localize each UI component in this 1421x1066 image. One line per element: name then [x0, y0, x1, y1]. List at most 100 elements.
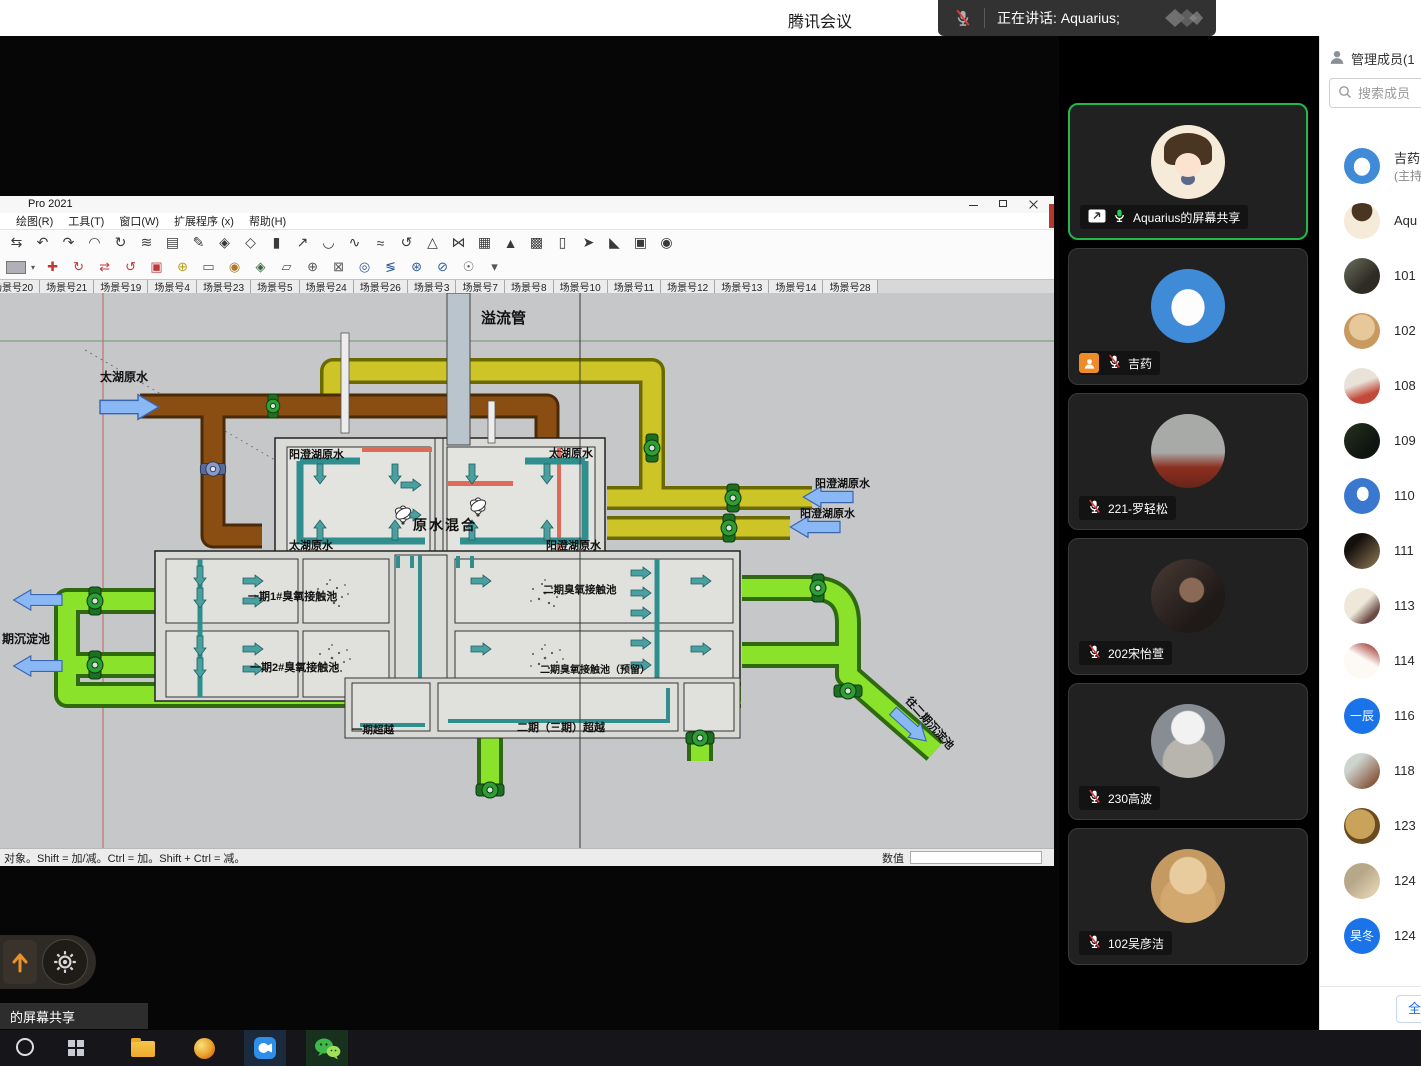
scene-tab[interactable]: 场景号4: [148, 280, 197, 293]
file-explorer-icon[interactable]: [131, 1041, 155, 1057]
model-3d-view[interactable]: 溢流管 太湖原水 阳澄湖原水 太湖原水 原水混合 太湖原水 阳澄湖原水 阳澄湖原…: [0, 293, 1054, 848]
menu-item[interactable]: 工具(T): [68, 213, 104, 229]
list-item[interactable]: 一辰 116: [1320, 688, 1421, 743]
list-item[interactable]: 124: [1320, 853, 1421, 908]
scene-tab[interactable]: 场景号11: [608, 280, 661, 293]
tool-icon[interactable]: ⊠: [330, 259, 347, 275]
list-item[interactable]: 114: [1320, 633, 1421, 688]
tool-icon[interactable]: ↷: [60, 234, 77, 251]
tool-icon[interactable]: ↺: [398, 234, 415, 251]
scene-tab[interactable]: 场景号5: [251, 280, 300, 293]
tool-icon[interactable]: △: [424, 234, 441, 251]
scene-tab[interactable]: 场景号26: [354, 280, 408, 293]
list-item[interactable]: 123: [1320, 798, 1421, 853]
share-arrow-button[interactable]: [3, 940, 37, 984]
tool-icon[interactable]: ≋: [138, 234, 155, 251]
list-item[interactable]: 110: [1320, 468, 1421, 523]
sketchup-titlebar[interactable]: Pro 2021: [0, 196, 1054, 213]
scene-tab[interactable]: 场景号13: [715, 280, 769, 293]
list-item[interactable]: 昊冬 124: [1320, 908, 1421, 963]
menu-item[interactable]: 扩展程序 (x): [174, 213, 234, 229]
scene-tab[interactable]: 场景号19: [94, 280, 148, 293]
gear-icon[interactable]: [42, 939, 88, 985]
tool-icon[interactable]: ◡: [320, 234, 337, 251]
menu-item[interactable]: 窗口(W): [119, 213, 159, 229]
material-swatch[interactable]: [6, 261, 26, 274]
scene-tab[interactable]: 场景号10: [554, 280, 608, 293]
tool-icon[interactable]: ▩: [528, 234, 545, 251]
list-item[interactable]: 118: [1320, 743, 1421, 798]
scene-tab[interactable]: 场景号24: [300, 280, 354, 293]
tencent-meeting-taskbar-icon[interactable]: [244, 1030, 286, 1066]
list-item[interactable]: 101: [1320, 248, 1421, 303]
tool-icon[interactable]: ◈: [252, 259, 269, 275]
tool-icon[interactable]: ◉: [226, 259, 243, 275]
tool-icon[interactable]: ⊕: [174, 259, 191, 275]
minimize-button[interactable]: [964, 197, 982, 211]
tool-icon[interactable]: ▣: [148, 259, 165, 275]
menu-item[interactable]: 帮助(H): [249, 213, 286, 229]
search-box[interactable]: [1329, 78, 1421, 108]
search-circle-icon[interactable]: [16, 1038, 34, 1056]
tool-icon[interactable]: ≈: [372, 235, 389, 251]
tool-icon[interactable]: ⇄: [96, 259, 113, 275]
tool-icon[interactable]: ↶: [34, 234, 51, 251]
list-item[interactable]: Aqu: [1320, 193, 1421, 248]
tool-icon[interactable]: ✎: [190, 234, 207, 251]
tool-icon[interactable]: ∿: [346, 234, 363, 251]
video-tile[interactable]: 221-罗轻松: [1068, 393, 1308, 530]
video-tile[interactable]: Aquarius的屏幕共享: [1068, 103, 1308, 240]
list-item[interactable]: 吉药 (主持: [1320, 138, 1421, 193]
mute-all-button[interactable]: 全体: [1396, 995, 1421, 1023]
tool-icon[interactable]: ≶: [382, 259, 399, 275]
scene-tab[interactable]: 场景号20: [0, 280, 40, 293]
tool-icon[interactable]: ◇: [242, 234, 259, 251]
tool-icon[interactable]: ▲: [502, 235, 519, 251]
scene-tab[interactable]: 场景号8: [505, 280, 554, 293]
measurement-input[interactable]: [910, 851, 1042, 864]
tool-icon[interactable]: ▣: [632, 234, 649, 251]
tool-icon[interactable]: ▮: [268, 234, 285, 251]
task-view-icon[interactable]: [68, 1040, 84, 1056]
tool-icon[interactable]: ↻: [112, 234, 129, 251]
scene-tab[interactable]: 场景号23: [197, 280, 251, 293]
tool-icon[interactable]: ⊛: [408, 259, 425, 275]
tool-icon[interactable]: ↺: [122, 259, 139, 275]
menu-item[interactable]: 绘图(R): [16, 213, 53, 229]
tool-icon[interactable]: ▦: [476, 234, 493, 251]
browser-icon[interactable]: [194, 1038, 215, 1059]
tool-icon[interactable]: ⋈: [450, 234, 467, 251]
scene-tab[interactable]: 场景号3: [408, 280, 457, 293]
maximize-button[interactable]: [994, 197, 1012, 211]
tool-icon[interactable]: ▭: [200, 259, 217, 275]
scene-tab[interactable]: 场景号14: [769, 280, 823, 293]
tool-icon[interactable]: ↗: [294, 234, 311, 251]
list-item[interactable]: 111: [1320, 523, 1421, 578]
scene-tab[interactable]: 场景号21: [40, 280, 94, 293]
wechat-taskbar-icon[interactable]: [306, 1030, 348, 1066]
tool-icon[interactable]: ◣: [606, 234, 623, 251]
list-item[interactable]: 109: [1320, 413, 1421, 468]
tool-icon[interactable]: ➤: [580, 234, 597, 251]
search-input[interactable]: [1358, 86, 1421, 101]
tool-icon[interactable]: ◎: [356, 259, 373, 275]
tool-icon[interactable]: ⊘: [434, 259, 451, 275]
close-button[interactable]: [1024, 197, 1042, 211]
list-item[interactable]: 102: [1320, 303, 1421, 358]
tool-icon[interactable]: ⊕: [304, 259, 321, 275]
tool-icon[interactable]: ☉: [460, 259, 477, 275]
tool-icon[interactable]: ▯: [554, 234, 571, 251]
tool-icon[interactable]: ↻: [70, 259, 87, 275]
model-viewport[interactable]: 溢流管 太湖原水 阳澄湖原水 太湖原水 原水混合 太湖原水 阳澄湖原水 阳澄湖原…: [0, 293, 1054, 848]
tool-icon[interactable]: ▾: [486, 259, 503, 275]
tool-icon[interactable]: ⇆: [8, 234, 25, 251]
video-tile[interactable]: 吉药: [1068, 248, 1308, 385]
video-tile[interactable]: 230高波: [1068, 683, 1308, 820]
tool-icon[interactable]: ▤: [164, 234, 181, 251]
chevron-down-icon[interactable]: ▾: [31, 263, 35, 272]
scene-tab[interactable]: 场景号7: [456, 280, 505, 293]
tool-icon[interactable]: ◈: [216, 234, 233, 251]
speaking-banner[interactable]: 正在讲话: Aquarius;: [938, 0, 1216, 36]
list-item[interactable]: 108: [1320, 358, 1421, 413]
video-tile[interactable]: 202宋怡萱: [1068, 538, 1308, 675]
